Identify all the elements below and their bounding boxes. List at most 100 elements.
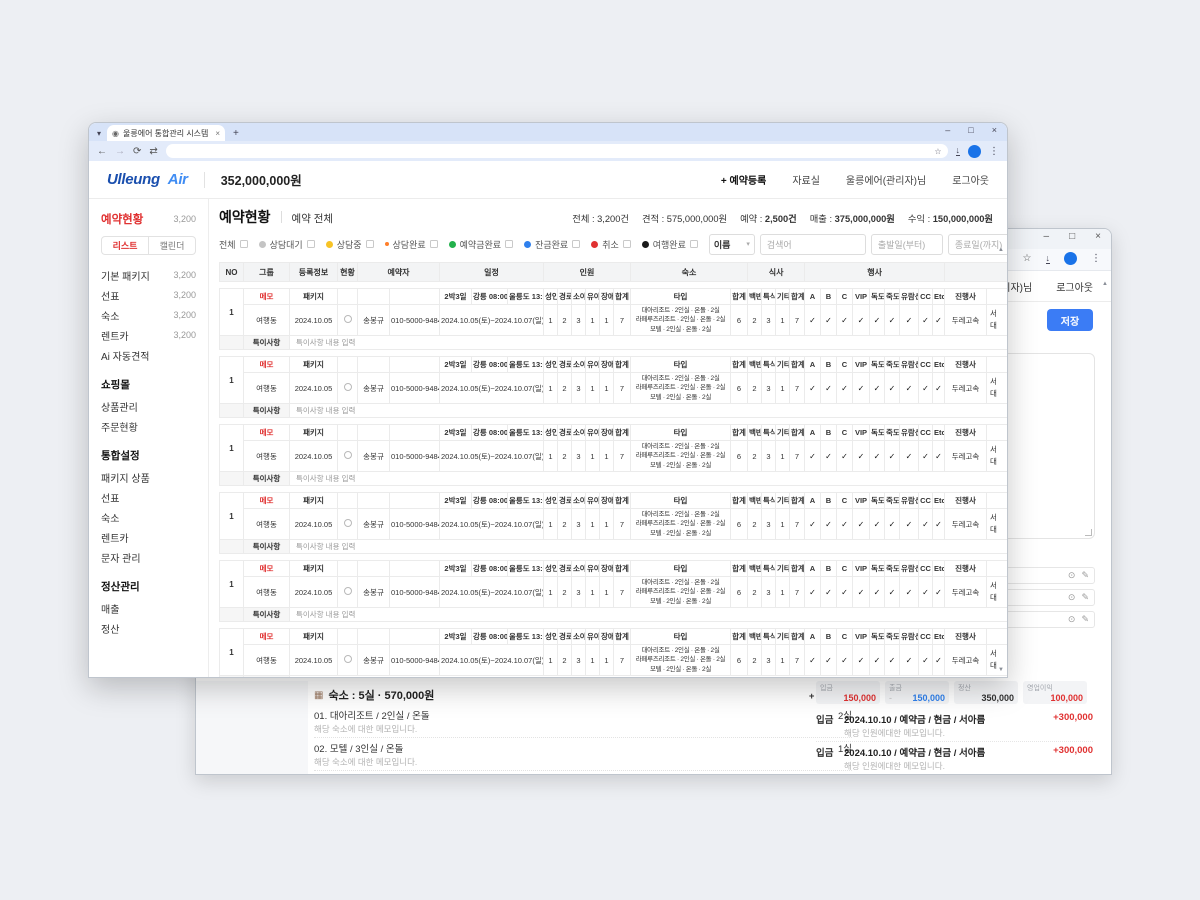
profile-avatar[interactable]	[968, 145, 981, 158]
status-filter[interactable]: 잔금완료	[524, 238, 580, 251]
target-icon[interactable]: ⊙	[1068, 570, 1076, 581]
date-from-input[interactable]: 출발일(부터)	[871, 234, 943, 255]
edit-icon[interactable]: ✎	[1081, 592, 1089, 603]
search-keyword-input[interactable]: 검색어	[760, 234, 866, 255]
status-cell[interactable]	[338, 441, 358, 472]
lodging-item[interactable]: 01. 대아리조트 / 2인실 / 온돌해당 숙소에 대한 메모입니다.2실	[314, 705, 852, 738]
status-cell[interactable]	[338, 373, 358, 404]
customer-name[interactable]: 송봉규	[358, 645, 390, 676]
sidebar-item[interactable]: 숙소	[101, 507, 196, 527]
sidebar-item[interactable]: 선표3,200	[101, 285, 196, 305]
status-cell[interactable]	[338, 305, 358, 336]
status-filter[interactable]: 상담대기	[259, 238, 315, 251]
scroll-up-icon[interactable]: ▲	[1102, 281, 1108, 287]
calendar-view-button[interactable]: 캘린더	[149, 237, 195, 254]
table-row[interactable]: 1메모패키지2박3일강릉 08:00울릉도 13:00성인경로소아유아장애합계타…	[219, 492, 1007, 554]
memo-label[interactable]: 메모	[244, 357, 290, 373]
transaction-row[interactable]: 입금2024.10.10 / 예약금 / 현금 / 서아름해당 인원에대한 메모…	[816, 709, 1093, 742]
target-icon[interactable]: ⊙	[1068, 614, 1076, 625]
scroll-down-icon[interactable]: ▼	[998, 667, 1004, 673]
sidebar-item[interactable]: 주문현황	[101, 416, 196, 436]
sidebar-item[interactable]: 문자 관리	[101, 547, 196, 567]
table-row[interactable]: 1메모패키지2박3일강릉 08:00울릉도 13:00성인경로소아유아장애합계타…	[219, 288, 1007, 350]
filter-checkbox[interactable]	[430, 240, 438, 248]
customer-name[interactable]: 송봉규	[358, 509, 390, 540]
table-row[interactable]: 1메모패키지2박3일강릉 08:00울릉도 13:00성인경로소아유아장애합계타…	[219, 628, 1007, 677]
site-settings-icon[interactable]: ⇄	[149, 146, 157, 157]
status-cell[interactable]	[338, 509, 358, 540]
memo-label[interactable]: 메모	[244, 289, 290, 305]
memo-label[interactable]: 메모	[244, 493, 290, 509]
status-cell[interactable]	[338, 645, 358, 676]
edit-icon[interactable]: ✎	[1081, 570, 1089, 581]
new-tab-icon[interactable]: +	[233, 128, 239, 139]
status-filter[interactable]: 상담중	[326, 238, 374, 251]
sidebar-item[interactable]: 패키지 상품	[101, 467, 196, 487]
tab-search-chevron-icon[interactable]: ▾	[97, 129, 101, 138]
sidebar-item[interactable]: 기본 패키지3,200	[101, 265, 196, 285]
address-bar[interactable]: ☆	[166, 144, 948, 158]
close-icon[interactable]: ×	[1095, 231, 1101, 242]
sidebar-item[interactable]: 렌트카	[101, 527, 196, 547]
note-input[interactable]: 특이사항 내용 입력	[290, 540, 1008, 554]
minimize-icon[interactable]: –	[945, 125, 950, 135]
tab-close-icon[interactable]: ×	[215, 129, 220, 138]
filter-checkbox[interactable]	[307, 240, 315, 248]
logout-link[interactable]: 로그아웃	[952, 172, 989, 187]
list-view-button[interactable]: 리스트	[102, 237, 149, 254]
lodging-item[interactable]: 02. 모텔 / 3인실 / 온돌해당 숙소에 대한 메모입니다.1실	[314, 738, 852, 771]
forward-icon[interactable]: →	[115, 146, 125, 157]
save-button[interactable]: 저장	[1047, 309, 1093, 331]
memo-label[interactable]: 메모	[244, 425, 290, 441]
memo-label[interactable]: 메모	[244, 561, 290, 577]
customer-name[interactable]: 송봉규	[358, 373, 390, 404]
sidebar-item[interactable]: 상품관리	[101, 396, 196, 416]
table-row[interactable]: 1메모패키지2박3일강릉 08:00울릉도 13:00성인경로소아유아장애합계타…	[219, 424, 1007, 486]
filter-checkbox[interactable]	[240, 240, 248, 248]
filter-checkbox[interactable]	[572, 240, 580, 248]
archive-link[interactable]: 자료실	[792, 172, 820, 187]
sidebar-item[interactable]: 렌트카3,200	[101, 325, 196, 345]
bookmark-star-icon[interactable]: ☆	[1023, 253, 1032, 264]
table-row[interactable]: 1메모패키지2박3일강릉 08:00울릉도 13:00성인경로소아유아장애합계타…	[219, 560, 1007, 622]
close-icon[interactable]: ×	[992, 125, 997, 135]
filter-checkbox[interactable]	[366, 240, 374, 248]
download-icon[interactable]: ↓	[956, 146, 961, 156]
status-filter[interactable]: 여행완료	[642, 238, 698, 251]
customer-name[interactable]: 송봉규	[358, 305, 390, 336]
minimize-icon[interactable]: –	[1044, 231, 1050, 242]
memo-label[interactable]: 메모	[244, 629, 290, 645]
profile-avatar[interactable]	[1064, 252, 1077, 265]
sidebar-item[interactable]: 숙소3,200	[101, 305, 196, 325]
bookmark-star-icon[interactable]: ☆	[934, 147, 941, 156]
customer-name[interactable]: 송봉규	[358, 441, 390, 472]
sidebar-item[interactable]: 매출	[101, 598, 196, 618]
app-logo[interactable]: Ulleung Air	[107, 171, 188, 188]
sidebar-item[interactable]: Ai 자동견적	[101, 345, 196, 365]
note-input[interactable]: 특이사항 내용 입력	[290, 676, 1008, 678]
browser-tab[interactable]: ◉ 울릉에어 통합관리 시스템 ×	[107, 125, 225, 141]
lodging-item[interactable]: 03. 모텔 / 3인실 / 온돌해당 숙소에 대한 메모입니다.1실	[314, 771, 852, 774]
note-input[interactable]: 특이사항 내용 입력	[290, 608, 1008, 622]
scroll-up-icon[interactable]: ▲	[998, 247, 1004, 253]
edit-icon[interactable]: ✎	[1081, 614, 1089, 625]
admin-user-label[interactable]: 울릉에어(관리자)님	[846, 172, 926, 187]
table-row[interactable]: 1메모패키지2박3일강릉 08:00울릉도 13:00성인경로소아유아장애합계타…	[219, 356, 1007, 418]
sidebar-item[interactable]: 정산	[101, 618, 196, 638]
browser-menu-icon[interactable]: ⋮	[1091, 253, 1101, 264]
search-field-select[interactable]: 이름 ▾	[709, 234, 755, 255]
download-icon[interactable]: ↓	[1046, 254, 1051, 264]
browser-menu-icon[interactable]: ⋮	[989, 146, 999, 157]
reservation-register-button[interactable]: + 예약등록	[721, 172, 766, 187]
target-icon[interactable]: ⊙	[1068, 592, 1076, 603]
sidebar-item-reservations[interactable]: 예약현황	[101, 211, 143, 227]
note-input[interactable]: 특이사항 내용 입력	[290, 336, 1008, 350]
note-input[interactable]: 특이사항 내용 입력	[290, 404, 1008, 418]
maximize-icon[interactable]: □	[1069, 231, 1075, 242]
sidebar-item[interactable]: 선표	[101, 487, 196, 507]
maximize-icon[interactable]: □	[968, 125, 973, 135]
resize-handle-icon[interactable]	[1085, 529, 1092, 536]
status-filter[interactable]: 예약금완료	[449, 238, 513, 251]
transaction-row[interactable]: 입금2024.10.10 / 예약금 / 현금 / 서아름해당 인원에대한 메모…	[816, 742, 1093, 774]
customer-name[interactable]: 송봉규	[358, 577, 390, 608]
